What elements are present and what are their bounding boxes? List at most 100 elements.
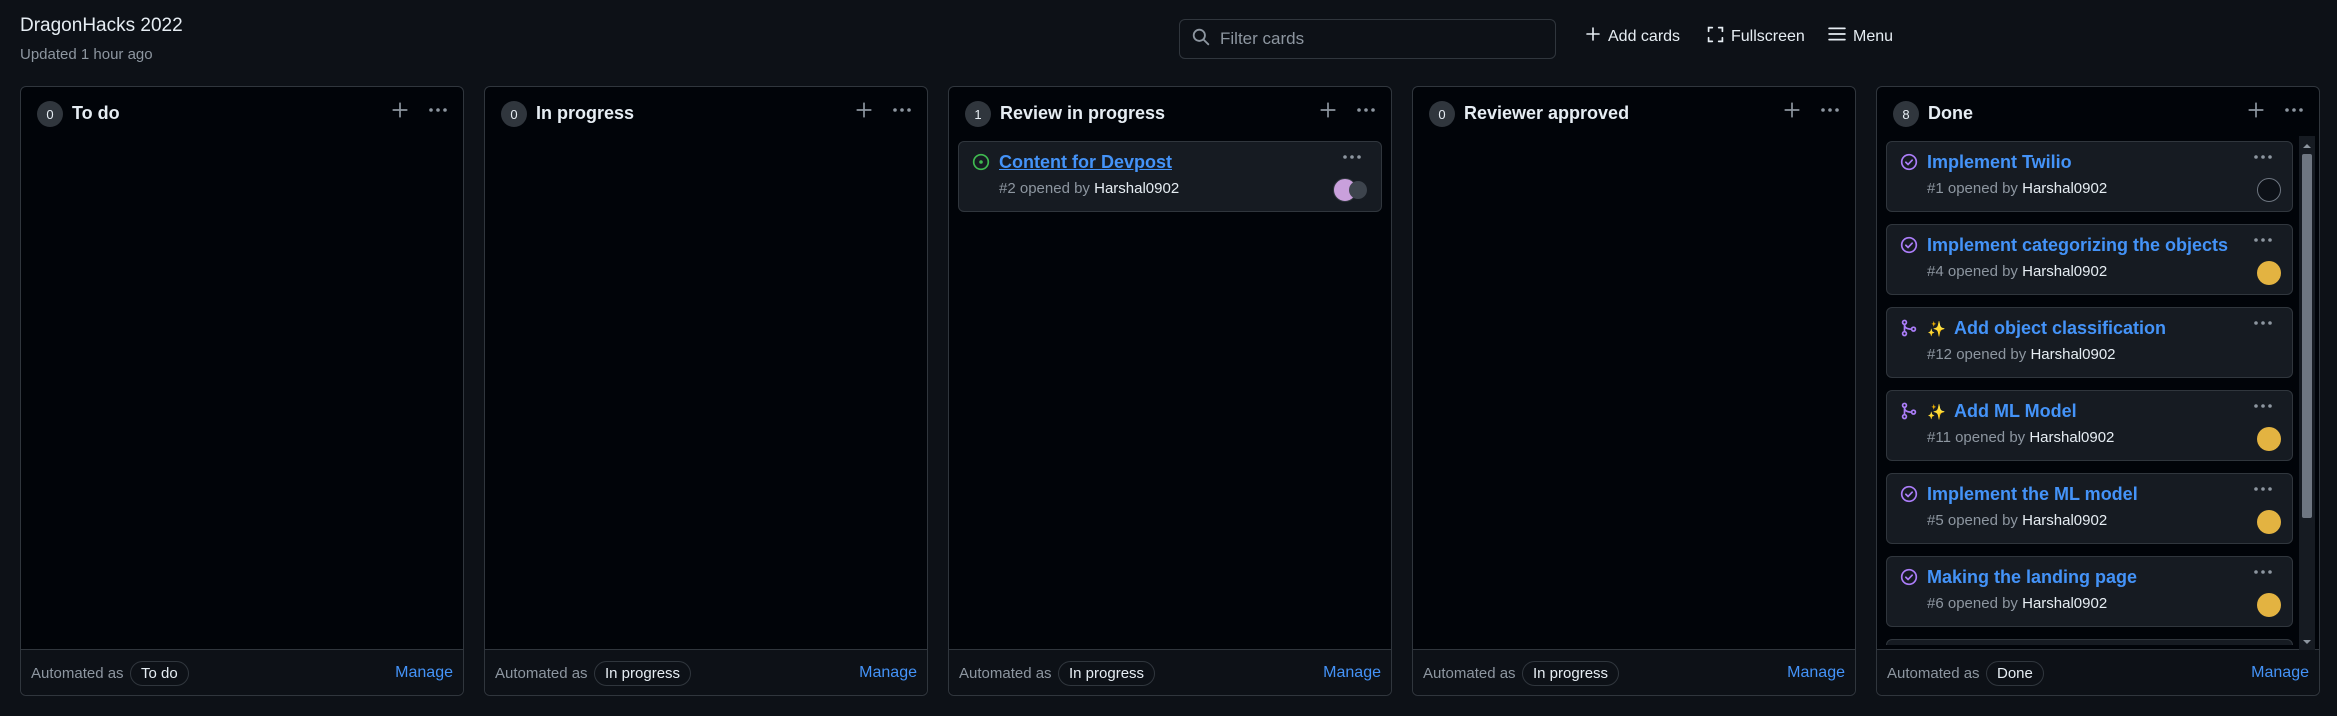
opened-by-text: opened by bbox=[1019, 180, 1090, 197]
automation-badge: Done bbox=[1986, 661, 2044, 686]
issue-number: #5 bbox=[1927, 512, 1944, 529]
add-cards-label: Add cards bbox=[1608, 27, 1681, 45]
issue-card-partial[interactable] bbox=[1886, 639, 2293, 645]
column-more-icon[interactable] bbox=[427, 101, 449, 124]
automated-label: Automated as bbox=[495, 665, 588, 682]
pull-request-merged-icon bbox=[1900, 319, 1918, 342]
column-review-in-progress: 1 Review in progress Content for Devpost… bbox=[948, 86, 1392, 696]
pull-request-card[interactable]: ✨ Add object classification #12 opened b… bbox=[1886, 307, 2293, 378]
card-meta: #1 opened by Harshal0902 bbox=[1927, 180, 2107, 197]
column-count-badge: 8 bbox=[1893, 101, 1919, 127]
automated-label: Automated as bbox=[31, 665, 124, 682]
author-name: Harshal0902 bbox=[2022, 180, 2108, 197]
card-title-link[interactable]: Content for Devpost bbox=[999, 152, 1172, 173]
done-column-scrollbar[interactable] bbox=[2299, 136, 2315, 650]
opened-by-text: opened by bbox=[1955, 429, 2026, 446]
scrollbar-thumb[interactable] bbox=[2302, 154, 2312, 518]
card-title-link[interactable]: Add object classification bbox=[1954, 318, 2166, 339]
issue-card[interactable]: Implement Twilio #1 opened by Harshal090… bbox=[1886, 141, 2293, 212]
opened-by-text: opened by bbox=[1947, 512, 2018, 529]
manage-automation-link[interactable]: Manage bbox=[1323, 664, 1381, 682]
column-more-icon[interactable] bbox=[2283, 101, 2305, 124]
scroll-down-arrow-icon[interactable] bbox=[2301, 635, 2313, 647]
board-title: DragonHacks 2022 bbox=[20, 15, 183, 36]
card-meta: #6 opened by Harshal0902 bbox=[1927, 595, 2107, 612]
opened-by-text: opened by bbox=[1947, 263, 2018, 280]
column-more-icon[interactable] bbox=[1355, 101, 1377, 124]
card-more-icon[interactable] bbox=[2252, 316, 2274, 334]
issue-closed-icon bbox=[1900, 236, 1918, 259]
plus-icon bbox=[1585, 26, 1601, 47]
column-cards: Implement Twilio #1 opened by Harshal090… bbox=[1886, 141, 2293, 645]
card-title-link[interactable]: Implement Twilio bbox=[1927, 152, 2072, 173]
card-title-link[interactable]: Add ML Model bbox=[1954, 401, 2077, 422]
issue-card[interactable]: Making the landing page #6 opened by Har… bbox=[1886, 556, 2293, 627]
issue-card[interactable]: Implement categorizing the objects #4 op… bbox=[1886, 224, 2293, 295]
column-header: 0 Reviewer approved bbox=[1413, 87, 1855, 141]
menu-button[interactable]: Menu bbox=[1828, 26, 1893, 47]
card-more-icon[interactable] bbox=[2252, 565, 2274, 583]
card-title-link[interactable]: Implement categorizing the objects bbox=[1927, 235, 2228, 256]
issue-open-icon bbox=[972, 153, 990, 176]
author-name: Harshal0902 bbox=[2022, 512, 2108, 529]
column-add-plus-icon[interactable] bbox=[1319, 101, 1337, 124]
issue-number: #12 bbox=[1927, 346, 1953, 363]
issue-number: #1 bbox=[1927, 180, 1944, 197]
card-more-icon[interactable] bbox=[2252, 482, 2274, 500]
issue-number: #6 bbox=[1927, 595, 1944, 612]
column-title: To do bbox=[72, 103, 120, 123]
issue-number: #4 bbox=[1927, 263, 1944, 280]
column-header: 0 In progress bbox=[485, 87, 927, 141]
column-to-do: 0 To do Automated as To do Manage bbox=[20, 86, 464, 696]
column-title: Done bbox=[1928, 103, 1973, 123]
manage-automation-link[interactable]: Manage bbox=[859, 664, 917, 682]
manage-automation-link[interactable]: Manage bbox=[1787, 664, 1845, 682]
manage-automation-link[interactable]: Manage bbox=[395, 664, 453, 682]
automation-badge: In progress bbox=[1058, 661, 1156, 686]
column-footer: Automated as In progress Manage bbox=[1413, 649, 1855, 695]
pull-request-merged-icon bbox=[1900, 402, 1918, 425]
sparkles-icon: ✨ bbox=[1927, 321, 1946, 338]
column-title: Reviewer approved bbox=[1464, 103, 1630, 123]
column-title: In progress bbox=[536, 103, 635, 123]
add-cards-button[interactable]: Add cards bbox=[1585, 26, 1680, 47]
column-footer: Automated as In progress Manage bbox=[485, 649, 927, 695]
manage-automation-link[interactable]: Manage bbox=[2251, 664, 2309, 682]
card-meta: #11 opened by Harshal0902 bbox=[1927, 429, 2114, 446]
opened-by-text: opened by bbox=[1947, 180, 2018, 197]
card-more-icon[interactable] bbox=[2252, 150, 2274, 168]
card-more-icon[interactable] bbox=[2252, 233, 2274, 251]
column-cards: Content for Devpost #2 opened by Harshal… bbox=[958, 141, 1382, 645]
column-in-progress: 0 In progress Automated as In progress M… bbox=[484, 86, 928, 696]
card-more-icon[interactable] bbox=[1341, 150, 1363, 168]
opened-by-text: opened by bbox=[1956, 346, 2027, 363]
card-meta: #5 opened by Harshal0902 bbox=[1927, 512, 2107, 529]
column-more-icon[interactable] bbox=[891, 101, 913, 124]
column-count-badge: 0 bbox=[501, 101, 527, 127]
filter-cards-field[interactable] bbox=[1179, 19, 1556, 59]
card-title-link[interactable]: Implement the ML model bbox=[1927, 484, 2138, 505]
card-more-icon[interactable] bbox=[2252, 399, 2274, 417]
column-add-plus-icon[interactable] bbox=[391, 101, 409, 124]
column-more-icon[interactable] bbox=[1819, 101, 1841, 124]
column-add-plus-icon[interactable] bbox=[2247, 101, 2265, 124]
scroll-up-arrow-icon[interactable] bbox=[2301, 139, 2313, 151]
avatar bbox=[2257, 593, 2281, 617]
automation-badge: In progress bbox=[1522, 661, 1620, 686]
automated-label: Automated as bbox=[1887, 665, 1980, 682]
issue-card[interactable]: Content for Devpost #2 opened by Harshal… bbox=[958, 141, 1382, 212]
issue-closed-icon bbox=[1900, 485, 1918, 508]
column-add-plus-icon[interactable] bbox=[855, 101, 873, 124]
author-name: Harshal0902 bbox=[2022, 595, 2108, 612]
pull-request-card[interactable]: ✨ Add ML Model #11 opened by Harshal0902 bbox=[1886, 390, 2293, 461]
fullscreen-button[interactable]: Fullscreen bbox=[1707, 26, 1805, 48]
issue-number: #2 bbox=[999, 180, 1016, 197]
card-title-link[interactable]: Making the landing page bbox=[1927, 567, 2137, 588]
issue-card[interactable]: Implement the ML model #5 opened by Hars… bbox=[1886, 473, 2293, 544]
author-name: Harshal0902 bbox=[2029, 429, 2115, 446]
column-add-plus-icon[interactable] bbox=[1783, 101, 1801, 124]
card-meta: #4 opened by Harshal0902 bbox=[1927, 263, 2107, 280]
card-meta: #2 opened by Harshal0902 bbox=[999, 180, 1179, 197]
column-footer: Automated as Done Manage bbox=[1877, 649, 2319, 695]
filter-cards-input[interactable] bbox=[1220, 29, 1540, 49]
